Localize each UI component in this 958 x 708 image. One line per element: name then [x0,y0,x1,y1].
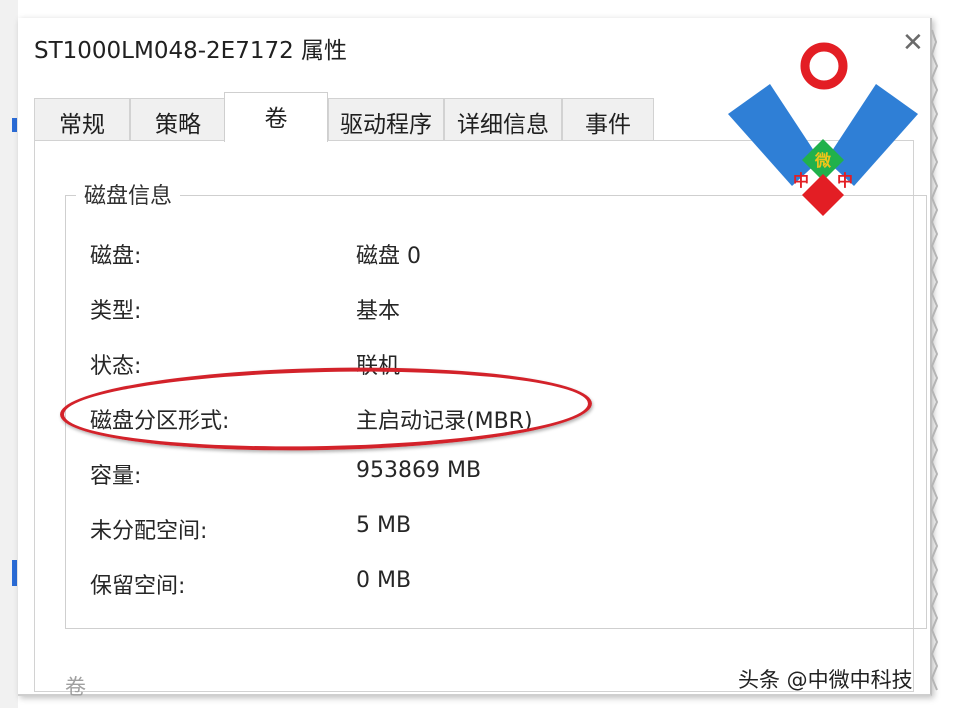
brand-logo: 微 中 中 [728,42,918,216]
tab-details[interactable]: 详细信息 [444,98,562,140]
watermark-text: 头条 @中微中科技 [738,668,913,692]
group-title: 磁盘信息 [76,178,181,210]
background-marker [12,560,17,586]
tab-events[interactable]: 事件 [562,98,654,140]
background-window-strip [0,0,18,708]
capacity-value: 953869 MB [356,458,482,483]
unallocated-space-label: 未分配空间: [90,519,208,544]
type-label: 类型: [90,299,142,324]
logo-char-wei: 微 [814,151,832,170]
window-title: ST1000LM048-2E7172 属性 [34,38,348,64]
reserved-space-label: 保留空间: [90,574,186,599]
tab-policies[interactable]: 策略 [130,98,226,140]
disk-label: 磁盘: [90,244,142,269]
disk-value: 磁盘 0 [356,244,421,269]
logo-char-zhong-right: 中 [837,171,853,190]
torn-edge-decoration [930,29,939,691]
unallocated-space-value: 5 MB [356,513,412,538]
background-marker [12,118,17,132]
volumes-list-label: 卷 [65,675,86,699]
reserved-space-value: 0 MB [356,568,412,593]
logo-ring [800,42,848,90]
capacity-label: 容量: [90,464,142,489]
logo-char-zhong-left: 中 [793,171,809,190]
tab-volumes[interactable]: 卷 [224,92,328,142]
type-value: 基本 [356,299,401,324]
tab-driver[interactable]: 驱动程序 [328,98,444,140]
status-label: 状态: [90,354,142,379]
tab-general[interactable]: 常规 [34,98,130,140]
